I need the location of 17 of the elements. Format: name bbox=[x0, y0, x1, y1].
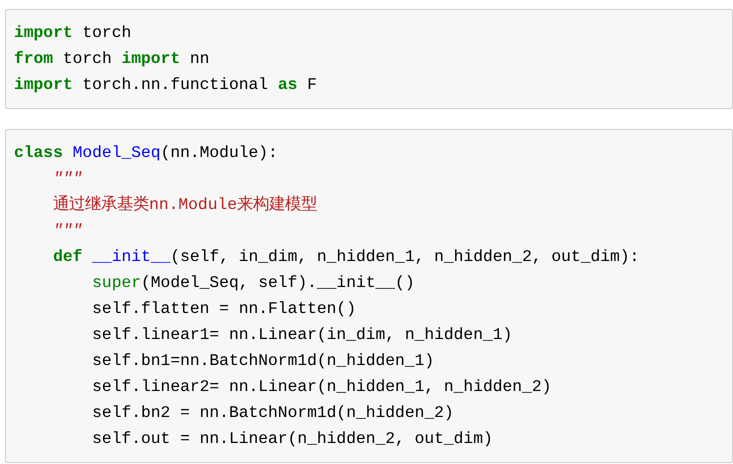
code-cell[interactable] bbox=[5, 129, 733, 463]
code-line: import torch.nn.functional as F bbox=[14, 74, 317, 96]
code-cell[interactable]: import torch from torch import nn import torch.nn.functional as F bbox=[5, 9, 733, 109]
code-line: """ bbox=[52, 168, 82, 190]
code-line: self.flatten = nn.Flatten() bbox=[91, 298, 356, 320]
code-line: self.linear2= nn.Linear(n_hidden_1, n_hidden_2) bbox=[91, 376, 552, 398]
code-line: self.linear1= nn.Linear(in_dim, n_hidden_1) bbox=[91, 324, 512, 346]
code-line: self.out = nn.Linear(n_hidden_2, out_dim) bbox=[91, 428, 493, 450]
code-line: self.bn2 = nn.BatchNorm1d(n_hidden_2) bbox=[91, 402, 454, 424]
code-line: """ bbox=[52, 220, 82, 242]
code-line: class Model_Seq(nn.Module): bbox=[14, 142, 278, 164]
code-line: self.bn1=nn.BatchNorm1d(n_hidden_1) bbox=[91, 350, 434, 372]
code-line: from torch import nn bbox=[14, 48, 210, 70]
code-line: def __init__(self, in_dim, n_hidden_1, n_hidden_2, out_dim): bbox=[52, 246, 640, 268]
code-line: super(Model_Seq, self).__init__() bbox=[91, 272, 415, 294]
code-line: import torch bbox=[14, 22, 132, 44]
code-line: 通过继承基类nn.Module来构建模型 bbox=[52, 194, 318, 216]
